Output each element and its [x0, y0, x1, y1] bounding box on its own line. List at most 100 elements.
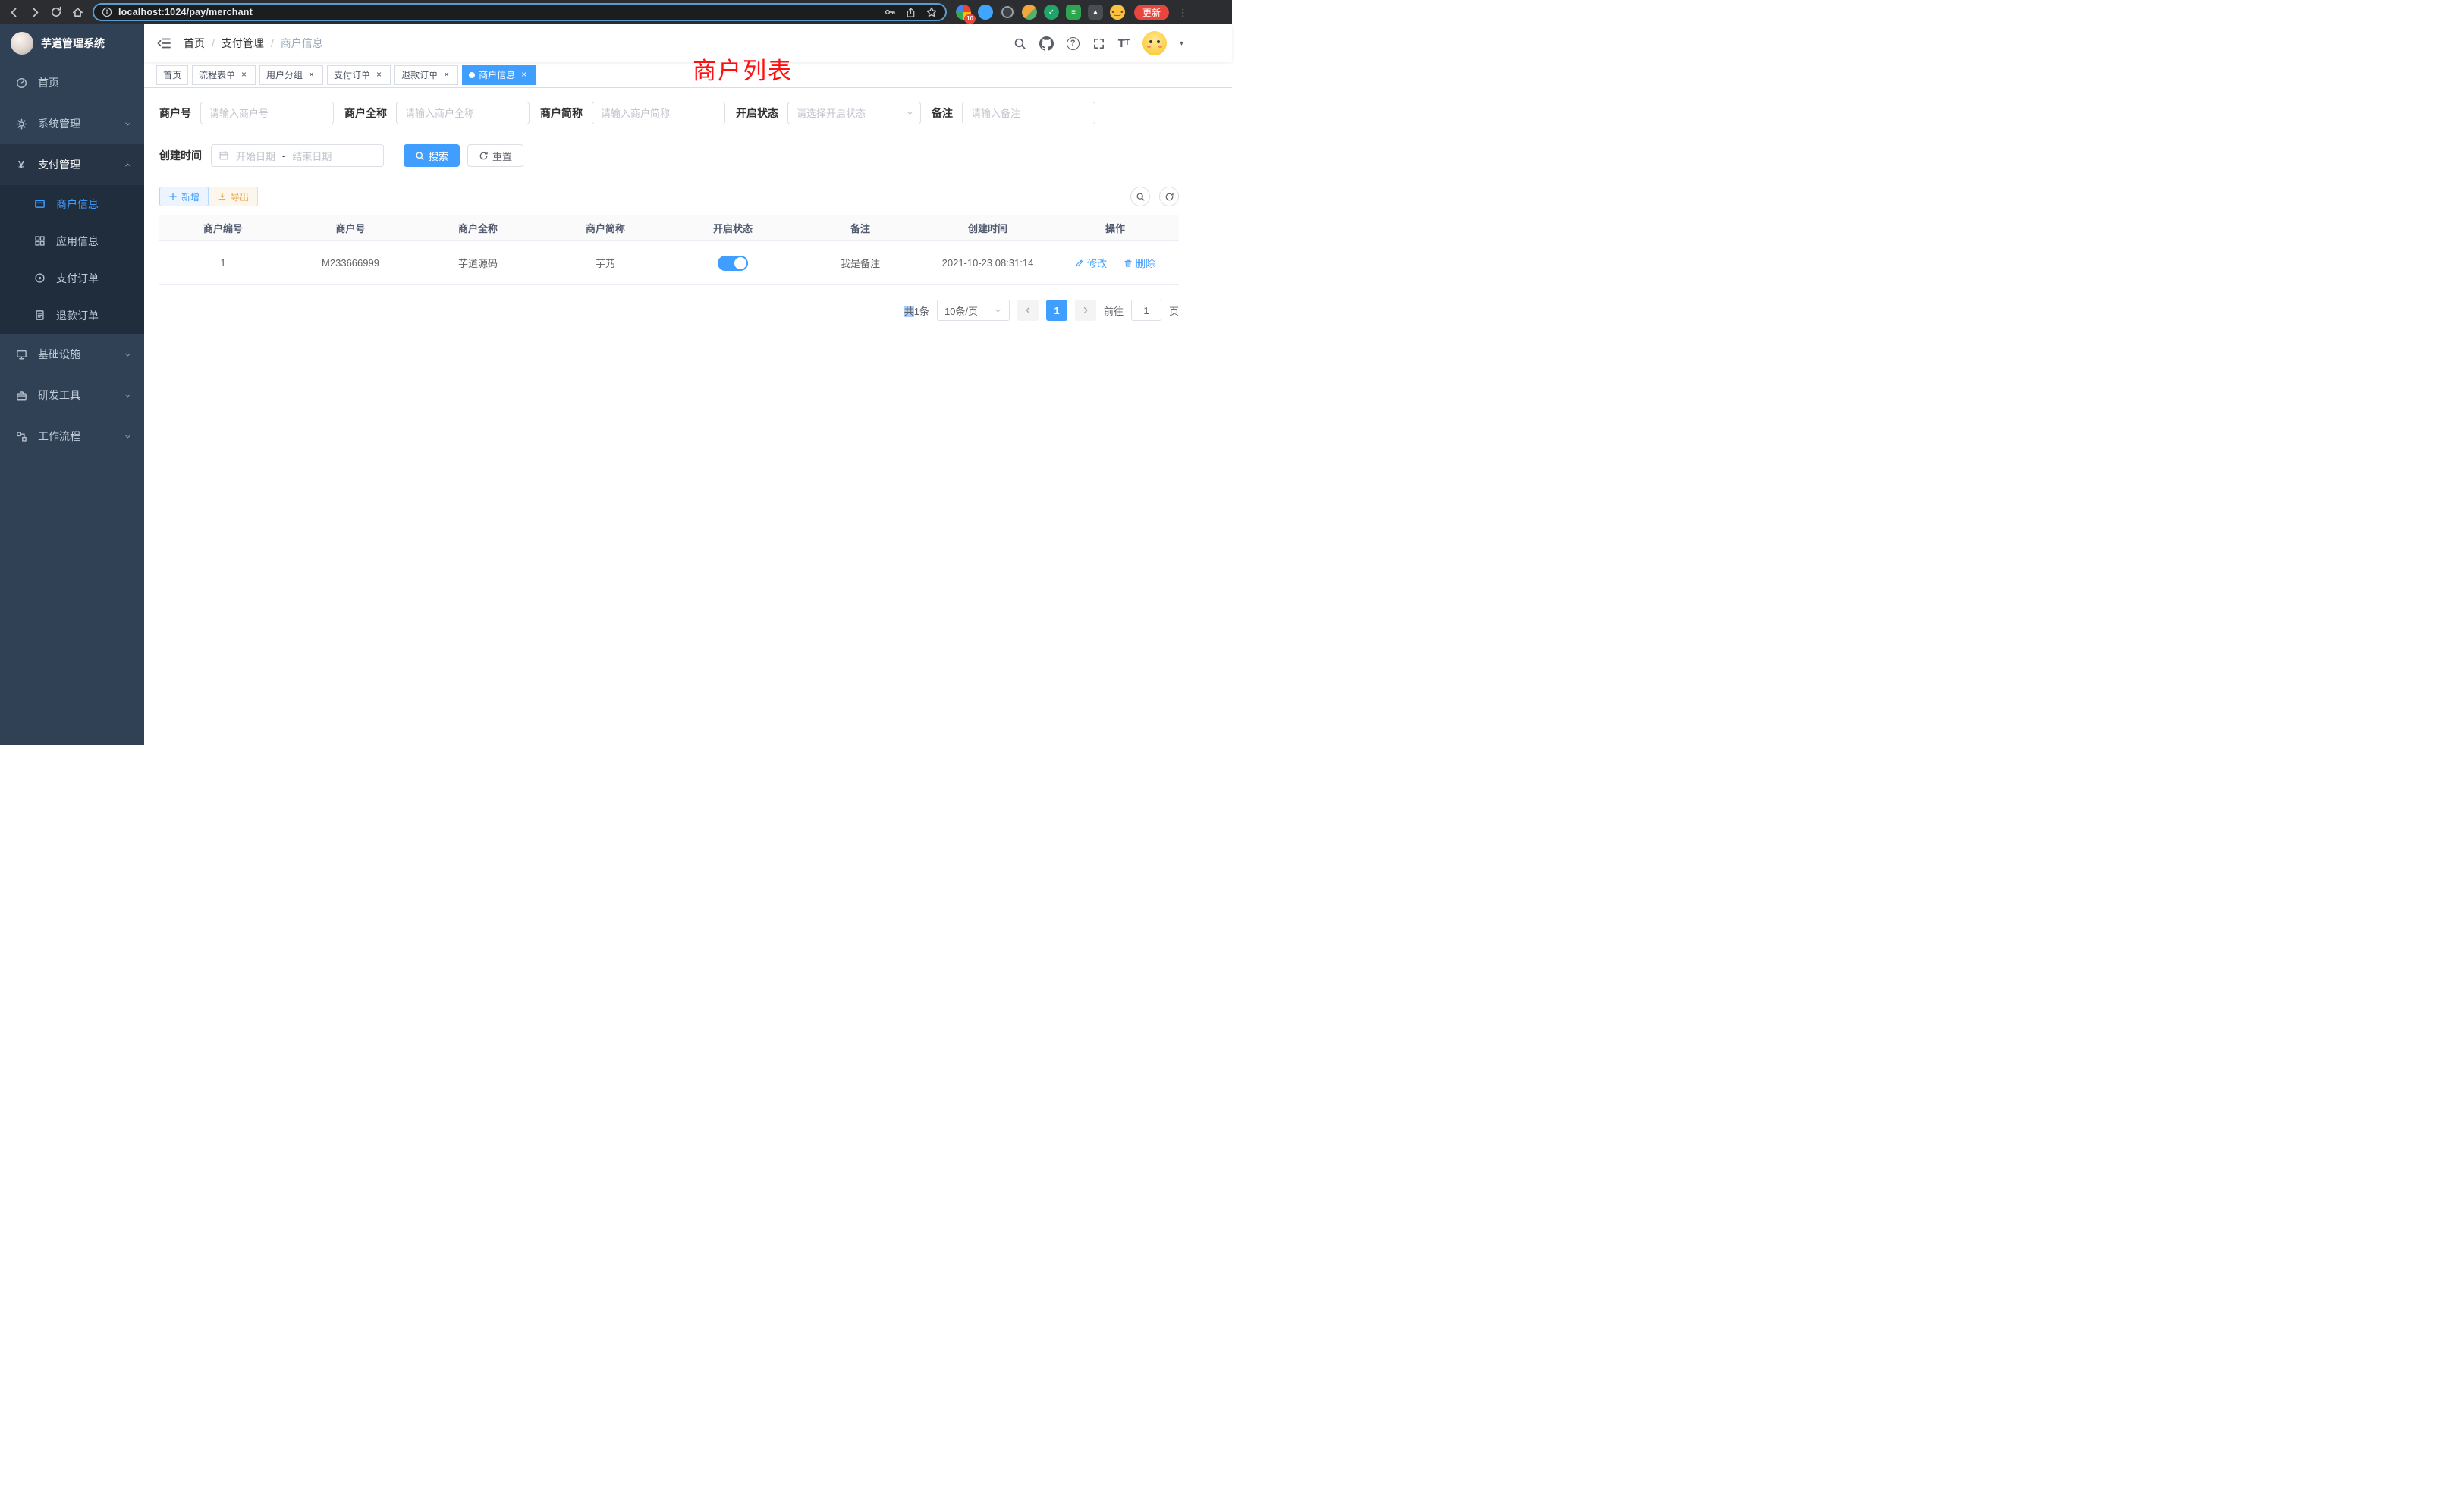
tab-label: 用户分组 [266, 68, 303, 81]
sidebar-item-devtools[interactable]: 研发工具 [0, 375, 144, 416]
tab-user-group[interactable]: 用户分组 × [259, 65, 323, 85]
sidebar-item-label: 基础设施 [38, 347, 80, 362]
browser-menu-icon[interactable]: ⋮ [1178, 8, 1188, 17]
font-size-icon[interactable]: TT [1118, 38, 1130, 49]
sidebar-item-home[interactable]: 首页 [0, 62, 144, 103]
calendar-icon [218, 150, 229, 161]
prev-page-button[interactable] [1017, 300, 1039, 321]
chevron-down-icon [124, 391, 132, 400]
sidebar-item-workflow[interactable]: 工作流程 [0, 416, 144, 457]
table-row: 1 M233666999 芋道源码 芋艿 我是备注 2021-10-23 08:… [159, 241, 1179, 285]
document-icon [33, 310, 46, 322]
tab-process-form[interactable]: 流程表单 × [192, 65, 256, 85]
close-icon[interactable]: × [306, 70, 316, 80]
extension-icon-8[interactable]: •‿• [1110, 5, 1125, 20]
update-button[interactable]: 更新 [1134, 5, 1169, 20]
share-icon[interactable] [905, 7, 916, 18]
next-page-button[interactable] [1075, 300, 1096, 321]
pagination-total-suffix: 条 [919, 306, 929, 317]
close-icon[interactable]: × [374, 70, 384, 80]
tab-refund-order[interactable]: 退款订单 × [394, 65, 458, 85]
workflow-icon [15, 430, 27, 442]
extension-icon-3[interactable] [1000, 5, 1015, 20]
show-search-toggle-button[interactable] [1130, 187, 1150, 206]
delete-link-label: 删除 [1136, 256, 1155, 270]
tags-view-bar: 首页 流程表单 × 用户分组 × 支付订单 × 退款订单 × 商户信息 × [144, 62, 1232, 88]
extension-icon-2[interactable] [978, 5, 993, 20]
sidebar-item-infrastructure[interactable]: 基础设施 [0, 334, 144, 375]
user-avatar[interactable] [1142, 31, 1167, 55]
search-button[interactable]: 搜索 [404, 144, 460, 167]
close-icon[interactable]: × [519, 70, 529, 80]
pagination-total: 共1条 [904, 303, 929, 318]
fullscreen-icon[interactable] [1092, 37, 1105, 50]
extension-badge: 10 [964, 14, 976, 24]
export-button[interactable]: 导出 [209, 187, 258, 206]
close-icon[interactable]: × [442, 70, 451, 80]
tab-label: 首页 [163, 68, 181, 81]
remark-input[interactable] [962, 102, 1095, 124]
page-number-1[interactable]: 1 [1046, 300, 1067, 321]
breadcrumb-home[interactable]: 首页 [184, 36, 205, 51]
sidebar-subitem-refund-order[interactable]: 退款订单 [0, 297, 144, 334]
sidebar-subitem-app-info[interactable]: 应用信息 [0, 222, 144, 259]
bookmark-star-icon[interactable] [926, 6, 938, 18]
cell-create-time: 2021-10-23 08:31:14 [924, 241, 1051, 285]
create-time-range-picker[interactable]: 开始日期 - 结束日期 [211, 144, 384, 167]
app-logo[interactable]: 芋道管理系统 [0, 24, 144, 62]
tab-pay-order[interactable]: 支付订单 × [327, 65, 391, 85]
back-icon[interactable] [5, 3, 23, 21]
url-bar[interactable]: localhost:1024/pay/merchant [93, 3, 947, 21]
extension-icon-5[interactable]: ✓ [1044, 5, 1059, 20]
password-key-icon[interactable] [884, 6, 896, 18]
extension-icon-7[interactable]: ▲ [1088, 5, 1103, 20]
status-toggle[interactable] [718, 256, 748, 271]
sidebar-item-label: 支付管理 [38, 157, 80, 172]
extension-icon-6[interactable]: ≡ [1066, 5, 1081, 20]
page-size-select[interactable]: 10条/页 [937, 300, 1010, 321]
github-icon[interactable] [1039, 36, 1054, 51]
delete-link[interactable]: 删除 [1124, 256, 1155, 270]
reload-icon[interactable] [47, 3, 65, 21]
breadcrumb-payment[interactable]: 支付管理 [222, 36, 264, 51]
tab-merchant-info[interactable]: 商户信息 × [462, 65, 536, 85]
toolbox-icon [15, 389, 27, 401]
caret-down-icon[interactable]: ▾ [1180, 39, 1183, 48]
edit-link-label: 修改 [1087, 256, 1107, 270]
help-icon[interactable]: ? [1067, 37, 1080, 50]
sidebar: 芋道管理系统 首页 系统管理 ¥ 支付管理 [0, 24, 144, 745]
add-button[interactable]: 新增 [159, 187, 209, 206]
sidebar-item-payment[interactable]: ¥ 支付管理 [0, 144, 144, 185]
merchant-no-input[interactable] [200, 102, 334, 124]
extension-icon-1[interactable]: 10 [956, 5, 971, 20]
sidebar-item-label: 系统管理 [38, 116, 80, 131]
reset-button[interactable]: 重置 [467, 144, 523, 167]
home-icon[interactable] [68, 3, 86, 21]
short-name-input[interactable] [592, 102, 725, 124]
full-name-input[interactable] [396, 102, 530, 124]
sidebar-subitem-merchant-info[interactable]: 商户信息 [0, 185, 144, 222]
logo-avatar [11, 32, 33, 55]
chevron-up-icon [124, 161, 132, 169]
site-info-icon[interactable] [102, 7, 112, 17]
edit-link[interactable]: 修改 [1075, 256, 1107, 270]
extension-icon-4[interactable] [1022, 5, 1037, 20]
goto-page-input[interactable] [1131, 300, 1161, 321]
tab-home[interactable]: 首页 [156, 65, 188, 85]
refresh-button[interactable] [1159, 187, 1179, 206]
sidebar-item-system[interactable]: 系统管理 [0, 103, 144, 144]
sidebar-item-label: 商户信息 [56, 196, 99, 212]
active-tab-dot [469, 72, 475, 78]
search-icon[interactable] [1014, 37, 1026, 50]
gear-icon [15, 118, 27, 130]
close-icon[interactable]: × [239, 70, 249, 80]
url-text[interactable]: localhost:1024/pay/merchant [118, 7, 253, 17]
sidebar-subitem-pay-order[interactable]: 支付订单 [0, 259, 144, 297]
cell-merchant-no: M233666999 [287, 241, 414, 285]
tab-label: 商户信息 [479, 68, 515, 81]
hamburger-icon[interactable] [156, 36, 171, 51]
forward-icon[interactable] [26, 3, 44, 21]
status-select[interactable] [787, 102, 921, 124]
column-header: 备注 [797, 215, 924, 241]
sidebar-item-label: 应用信息 [56, 234, 99, 249]
